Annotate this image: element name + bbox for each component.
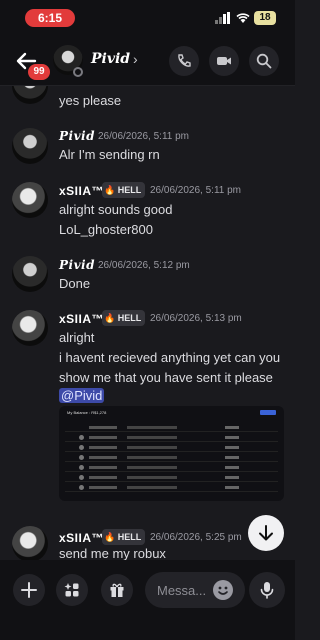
message-timestamp: 26/06/2026, 5:11 pm [98, 131, 189, 142]
apps-button[interactable] [56, 574, 88, 606]
attachment-row [65, 484, 278, 492]
message-list[interactable]: yes please Pivid 26/06/2026, 5:11 pm Alr… [0, 86, 295, 560]
gift-icon [110, 583, 124, 597]
attachment-row [65, 444, 278, 452]
message-text: alright [59, 330, 95, 345]
message-timestamp: 26/06/2026, 5:12 pm [98, 260, 190, 271]
unread-badge: 99 [28, 64, 50, 80]
attachment-row [65, 454, 278, 462]
status-time: 6:15 [25, 9, 75, 27]
fire-icon: 🔥 [104, 313, 116, 323]
avatar[interactable] [12, 256, 48, 292]
message-author[interactable]: Pivid [59, 129, 95, 143]
voice-call-button[interactable] [169, 46, 199, 76]
message-text: i havent recieved anything yet can you s… [59, 350, 281, 385]
avatar[interactable] [12, 310, 48, 346]
arrow-down-icon [259, 525, 273, 541]
message-input[interactable] [157, 581, 212, 599]
role-tag: 🔥 HELL [102, 529, 146, 545]
gift-button[interactable] [101, 574, 133, 606]
user-mention[interactable]: @Pivid [59, 388, 105, 403]
message-timestamp: 26/06/2026, 5:25 pm [150, 532, 242, 543]
message-mention-line: @Pivid [59, 386, 287, 406]
channel-header: 99 Pivid › [0, 36, 295, 86]
video-call-button[interactable] [209, 46, 239, 76]
image-attachment[interactable]: My Balance : R$1,278 [59, 406, 284, 501]
status-bar: 6:15 18 [0, 0, 295, 36]
message-text: LoL_ghoster800 [59, 222, 153, 237]
attachment-row [65, 464, 278, 472]
status-indicator-icon [73, 67, 83, 77]
channel-title[interactable]: Pivid [91, 51, 130, 67]
battery-icon: 18 [254, 11, 276, 25]
role-tag-label: HELL [117, 313, 142, 323]
message-timestamp: 26/06/2026, 5:13 pm [150, 313, 242, 324]
message-input-container[interactable] [145, 572, 245, 608]
role-tag-label: HELL [117, 532, 142, 542]
fire-icon: 🔥 [104, 532, 116, 542]
cellular-signal-icon [215, 12, 230, 24]
chevron-right-icon[interactable]: › [133, 51, 138, 67]
microphone-icon [260, 582, 274, 599]
role-tag: 🔥 HELL [102, 182, 146, 198]
message-timestamp: 26/06/2026, 5:11 pm [150, 185, 241, 196]
avatar[interactable] [12, 526, 48, 560]
plus-icon [21, 582, 37, 598]
voice-message-button[interactable] [249, 572, 285, 608]
attachment-row [65, 424, 278, 432]
sparkle-apps-icon [64, 583, 79, 597]
attachment-row [65, 434, 278, 442]
message-author[interactable]: xSIIA™ [59, 184, 104, 198]
video-camera-icon [217, 57, 231, 65]
wifi-icon [236, 13, 250, 23]
attachment-title: My Balance : R$1,278 [67, 410, 107, 415]
jump-to-latest-button[interactable] [248, 515, 284, 551]
message-author[interactable]: Pivid [59, 258, 95, 272]
add-attachment-button[interactable] [13, 574, 45, 606]
role-tag-label: HELL [117, 185, 142, 195]
message-author[interactable]: xSIIA™ [59, 531, 104, 545]
fire-icon: 🔥 [104, 185, 116, 195]
avatar[interactable] [12, 182, 48, 218]
search-button[interactable] [249, 46, 279, 76]
attachment-button-graphic [260, 410, 276, 415]
message-text: send me my robux [59, 546, 166, 560]
message-author[interactable]: xSIIA™ [59, 312, 104, 326]
search-icon [256, 53, 272, 69]
role-tag: 🔥 HELL [102, 310, 146, 326]
emoji-button[interactable] [213, 580, 233, 600]
message-text: Done [59, 276, 91, 291]
message-text: alright sounds good [59, 202, 173, 217]
attachment-row [65, 474, 278, 482]
message-text: yes please [59, 93, 122, 108]
avatar[interactable] [12, 128, 48, 164]
avatar[interactable] [12, 86, 48, 104]
message-composer [0, 560, 295, 640]
smiley-icon [218, 586, 228, 595]
message-text: Alr I'm sending rn [59, 147, 160, 162]
phone-icon [178, 54, 191, 67]
